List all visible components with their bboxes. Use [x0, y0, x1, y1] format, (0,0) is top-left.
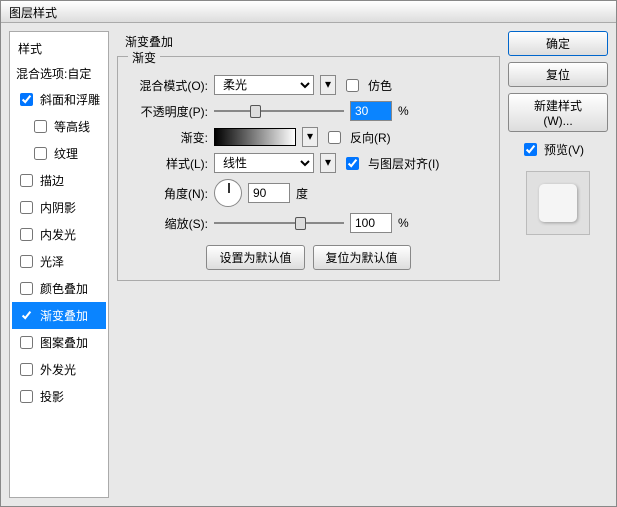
right-pane: 确定 复位 新建样式(W)... 预览(V) [508, 31, 608, 498]
align-checkbox[interactable] [346, 157, 359, 170]
sidebar-item-2[interactable]: 纹理 [12, 140, 106, 167]
scale-pct: % [398, 216, 418, 230]
gradient-label: 渐变: [128, 129, 208, 146]
align-label: 与图层对齐(I) [368, 155, 439, 172]
reverse-label: 反向(R) [350, 129, 391, 146]
gradient-group: 渐变 混合模式(O): 柔光 ▾ 仿色 不透明度(P): % [117, 56, 500, 281]
angle-dial[interactable] [214, 179, 242, 207]
ok-button[interactable]: 确定 [508, 31, 608, 56]
dither-checkbox[interactable] [346, 79, 359, 92]
opacity-input[interactable] [350, 101, 392, 121]
sidebar-item-8[interactable]: 渐变叠加 [12, 302, 106, 329]
dither-label: 仿色 [368, 77, 392, 94]
sidebar-label-5: 内发光 [40, 226, 76, 243]
sidebar-item-10[interactable]: 外发光 [12, 356, 106, 383]
sidebar-checkbox-8[interactable] [20, 309, 33, 322]
style-label: 样式(L): [128, 155, 208, 172]
sidebar-checkbox-1[interactable] [34, 120, 47, 133]
opacity-slider[interactable] [214, 102, 344, 120]
sidebar-label-9: 图案叠加 [40, 334, 88, 351]
sidebar-label-1: 等高线 [54, 118, 90, 135]
sidebar-checkbox-10[interactable] [20, 363, 33, 376]
gradient-swatch[interactable] [214, 128, 296, 146]
new-style-button[interactable]: 新建样式(W)... [508, 93, 608, 132]
sidebar-item-11[interactable]: 投影 [12, 383, 106, 410]
sidebar-label-7: 颜色叠加 [40, 280, 88, 297]
sidebar-label-4: 内阴影 [40, 199, 76, 216]
blend-mode-select[interactable]: 柔光 [214, 75, 314, 95]
window-title: 图层样式 [9, 6, 57, 20]
panel-title: 渐变叠加 [117, 31, 500, 56]
sidebar-label-0: 斜面和浮雕 [40, 91, 100, 108]
styles-sidebar: 样式 混合选项:自定 斜面和浮雕等高线纹理描边内阴影内发光光泽颜色叠加渐变叠加图… [9, 31, 109, 498]
sidebar-checkbox-7[interactable] [20, 282, 33, 295]
opacity-label: 不透明度(P): [128, 103, 208, 120]
sidebar-checkbox-11[interactable] [20, 390, 33, 403]
reset-default-button[interactable]: 复位为默认值 [313, 245, 411, 270]
style-dropdown[interactable]: ▾ [320, 153, 336, 173]
layer-style-dialog: 图层样式 样式 混合选项:自定 斜面和浮雕等高线纹理描边内阴影内发光光泽颜色叠加… [0, 0, 617, 507]
preview-swatch [539, 184, 577, 222]
reverse-checkbox[interactable] [328, 131, 341, 144]
sidebar-label-8: 渐变叠加 [40, 307, 88, 324]
preview-box [526, 171, 590, 235]
scale-input[interactable] [350, 213, 392, 233]
sidebar-item-5[interactable]: 内发光 [12, 221, 106, 248]
blend-options-label: 混合选项:自定 [16, 65, 91, 82]
sidebar-item-4[interactable]: 内阴影 [12, 194, 106, 221]
sidebar-checkbox-0[interactable] [20, 93, 33, 106]
sidebar-checkbox-2[interactable] [34, 147, 47, 160]
set-default-button[interactable]: 设置为默认值 [206, 245, 304, 270]
sidebar-checkbox-6[interactable] [20, 255, 33, 268]
preview-checkbox[interactable] [524, 143, 537, 156]
sidebar-title: 样式 [12, 36, 106, 61]
scale-label: 缩放(S): [128, 215, 208, 232]
sidebar-item-6[interactable]: 光泽 [12, 248, 106, 275]
sidebar-checkbox-9[interactable] [20, 336, 33, 349]
titlebar[interactable]: 图层样式 [1, 1, 616, 23]
sidebar-label-3: 描边 [40, 172, 64, 189]
scale-slider[interactable] [214, 214, 344, 232]
blend-options-item[interactable]: 混合选项:自定 [12, 61, 106, 86]
group-legend: 渐变 [128, 49, 160, 66]
opacity-pct: % [398, 104, 418, 118]
gradient-dropdown[interactable]: ▾ [302, 127, 318, 147]
sidebar-checkbox-5[interactable] [20, 228, 33, 241]
sidebar-checkbox-3[interactable] [20, 174, 33, 187]
angle-label: 角度(N): [128, 185, 208, 202]
preview-label: 预览(V) [544, 141, 584, 158]
sidebar-item-3[interactable]: 描边 [12, 167, 106, 194]
sidebar-item-0[interactable]: 斜面和浮雕 [12, 86, 106, 113]
cancel-button[interactable]: 复位 [508, 62, 608, 87]
blend-mode-label: 混合模式(O): [128, 77, 208, 94]
sidebar-label-10: 外发光 [40, 361, 76, 378]
sidebar-label-11: 投影 [40, 388, 64, 405]
sidebar-label-2: 纹理 [54, 145, 78, 162]
sidebar-item-7[interactable]: 颜色叠加 [12, 275, 106, 302]
sidebar-item-1[interactable]: 等高线 [12, 113, 106, 140]
sidebar-checkbox-4[interactable] [20, 201, 33, 214]
style-select[interactable]: 线性 [214, 153, 314, 173]
angle-unit: 度 [296, 185, 308, 202]
sidebar-label-6: 光泽 [40, 253, 64, 270]
blend-mode-dropdown[interactable]: ▾ [320, 75, 336, 95]
main-panel: 渐变叠加 渐变 混合模式(O): 柔光 ▾ 仿色 不透明度(P): % [117, 31, 500, 498]
angle-input[interactable] [248, 183, 290, 203]
sidebar-item-9[interactable]: 图案叠加 [12, 329, 106, 356]
